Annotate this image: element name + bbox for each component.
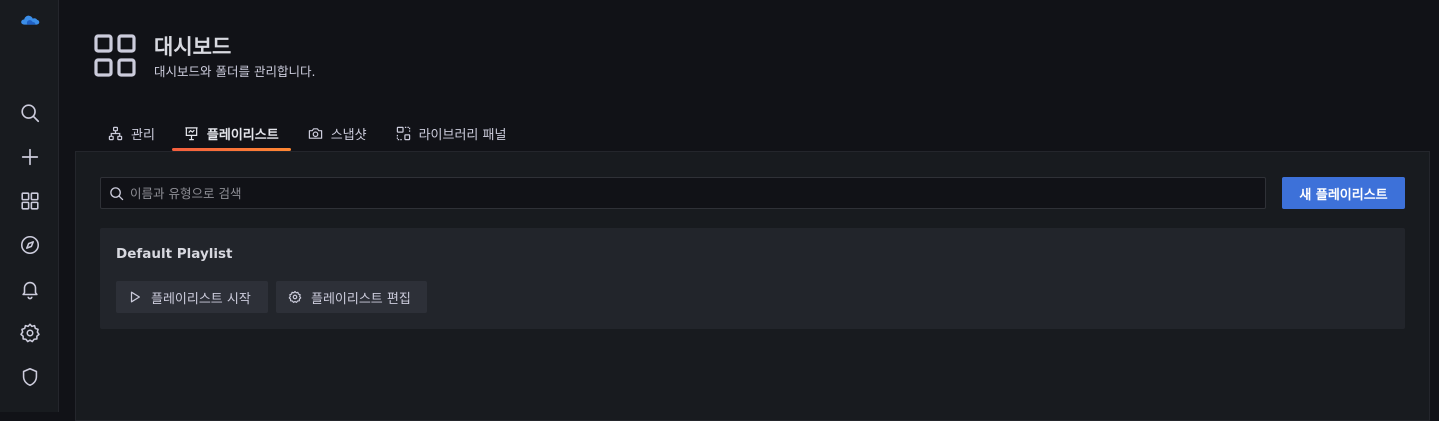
tab-playlists-label: 플레이리스트 <box>206 127 279 143</box>
apps-icon[interactable] <box>0 183 59 219</box>
tab-manage[interactable]: 관리 <box>96 118 167 148</box>
plus-icon[interactable] <box>0 139 59 175</box>
tab-snapshots[interactable]: 스냅샷 <box>296 118 379 148</box>
tab-snapshots-label: 스냅샷 <box>330 127 367 143</box>
page-subtitle: 대시보드와 폴더를 관리합니다. <box>154 64 316 79</box>
bell-icon[interactable] <box>0 271 59 307</box>
search-icon[interactable] <box>0 95 59 131</box>
sitemap-icon <box>108 126 123 140</box>
playlist-title: Default Playlist <box>116 246 233 262</box>
start-playlist-label: 플레이리스트 시작 <box>151 291 251 307</box>
tab-playlists[interactable]: 플레이리스트 <box>171 118 291 151</box>
presentation-icon <box>185 126 198 140</box>
page-title: 대시보드 <box>154 35 232 59</box>
apps-icon <box>94 34 136 82</box>
cog-icon[interactable] <box>0 315 59 351</box>
tab-library-panels-label: 라이브러리 패널 <box>418 127 507 143</box>
camera-icon <box>308 127 322 139</box>
compass-icon[interactable] <box>0 227 59 263</box>
tab-manage-label: 관리 <box>131 127 155 143</box>
search-box[interactable] <box>100 177 1266 209</box>
edit-playlist-label: 플레이리스트 편집 <box>311 291 411 307</box>
grafana-logo-icon[interactable] <box>0 2 59 38</box>
shield-icon[interactable] <box>0 359 59 395</box>
playlist-card: Default Playlist 플레이리스트 시작 플레이리스트 편집 <box>100 228 1405 329</box>
tab-bar: 관리 플레이리스트 스냅샷 라이브러리 패널 <box>96 118 523 152</box>
start-playlist-button[interactable]: 플레이리스트 시작 <box>116 281 268 313</box>
playlists-panel: 새 플레이리스트 Default Playlist 플레이리스트 시작 플레이리… <box>75 151 1430 421</box>
tab-library-panels[interactable]: 라이브러리 패널 <box>384 118 519 148</box>
cog-icon <box>288 290 302 304</box>
header-text: 대시보드 대시보드와 폴더를 관리합니다. <box>154 34 315 81</box>
sidebar <box>0 0 59 412</box>
library-panel-icon <box>396 126 410 140</box>
new-playlist-button[interactable]: 새 플레이리스트 <box>1282 177 1405 209</box>
edit-playlist-button[interactable]: 플레이리스트 편집 <box>276 281 427 313</box>
page-header: 대시보드 대시보드와 폴더를 관리합니다. <box>94 34 315 84</box>
search-input[interactable] <box>130 185 1265 201</box>
play-icon <box>130 291 140 303</box>
search-icon <box>110 186 124 200</box>
